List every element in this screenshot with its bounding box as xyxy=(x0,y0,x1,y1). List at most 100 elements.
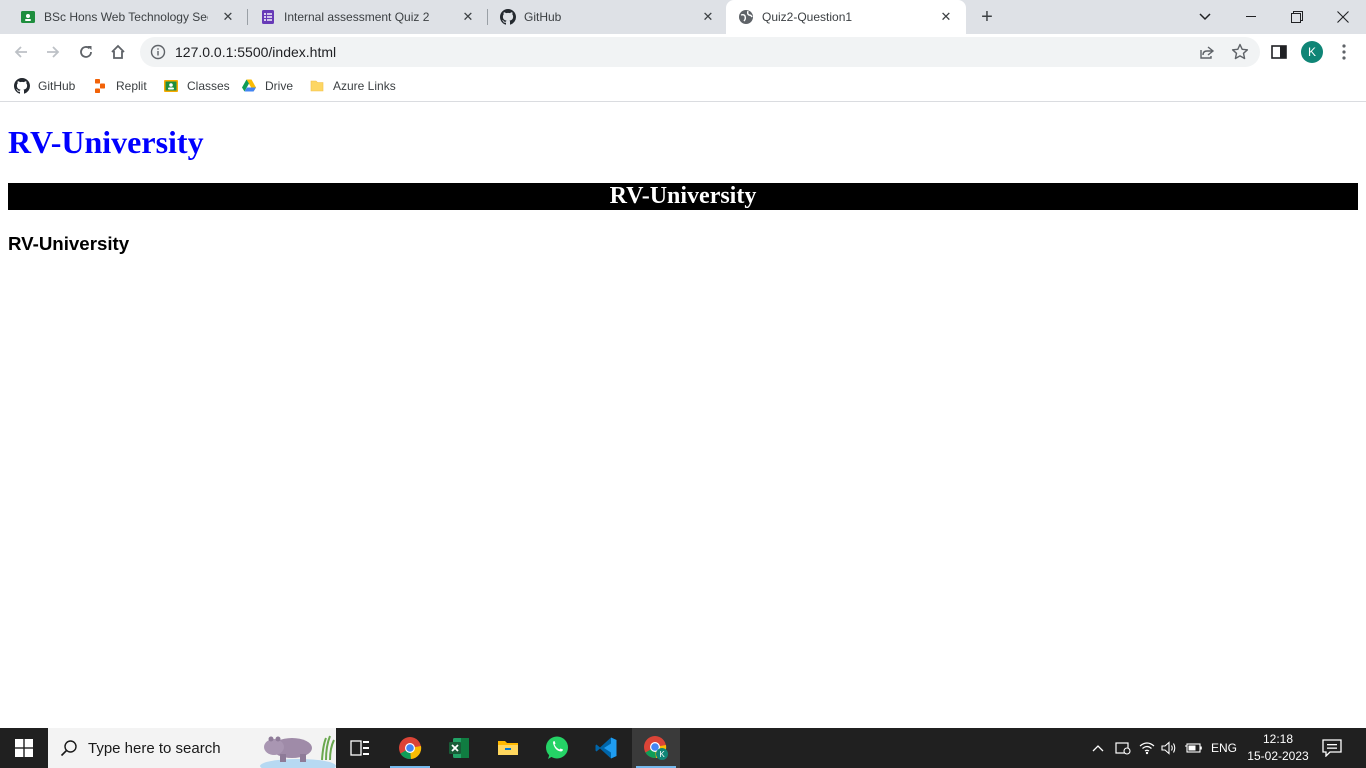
tab-title: BSc Hons Web Technology Sectio xyxy=(44,10,208,24)
bookmark-label: Classes xyxy=(187,79,230,93)
battery-charging-icon xyxy=(1185,743,1202,753)
tray-battery[interactable] xyxy=(1182,728,1206,768)
clock-time: 12:18 xyxy=(1262,732,1294,746)
address-bar[interactable]: 127.0.0.1:5500/index.html xyxy=(140,37,1260,67)
restore-icon xyxy=(1291,11,1303,23)
taskbar-excel[interactable] xyxy=(435,728,483,768)
whatsapp-icon xyxy=(546,736,568,759)
chrome-profile-icon: K xyxy=(644,736,668,760)
forward-button[interactable] xyxy=(41,40,65,64)
page-banner: RV-University xyxy=(8,183,1358,210)
profile-avatar[interactable]: K xyxy=(1301,41,1323,63)
file-explorer-icon xyxy=(498,741,518,755)
chrome-profile-badge: K xyxy=(659,750,665,759)
tab-github[interactable]: GitHub ✕ xyxy=(488,0,728,34)
taskbar-vscode[interactable] xyxy=(582,728,630,768)
bookmark-label: Drive xyxy=(265,79,294,93)
tray-device[interactable] xyxy=(1112,728,1134,768)
bookmark-azure-links[interactable]: Azure Links xyxy=(309,76,396,96)
tray-volume[interactable] xyxy=(1158,728,1180,768)
bookmark-star-icon[interactable] xyxy=(1231,43,1249,61)
search-highlight-illustration xyxy=(260,735,336,768)
task-view-icon xyxy=(350,740,369,756)
start-button[interactable] xyxy=(0,728,48,768)
tray-wifi[interactable] xyxy=(1136,728,1158,768)
chevron-down-icon xyxy=(1199,13,1211,21)
bookmark-label: Replit xyxy=(116,79,147,93)
google-classroom-icon xyxy=(20,9,36,25)
tab-title: Quiz2-Question1 xyxy=(762,10,853,24)
notification-center-icon[interactable] xyxy=(1322,739,1342,757)
page-viewport: RV-University RV-University RV-Universit… xyxy=(0,103,1366,728)
bookmarks-bar: GitHub Replit Classes Drive Azure Links xyxy=(0,70,1366,102)
windows-logo-icon xyxy=(15,739,33,757)
info-icon[interactable] xyxy=(150,44,166,60)
tab-classroom[interactable]: BSc Hons Web Technology Sectio ✕ xyxy=(8,0,248,34)
page-heading-1: RV-University xyxy=(8,124,204,160)
excel-icon xyxy=(449,738,469,758)
search-icon xyxy=(60,740,77,757)
clock-date: 15-02-2023 xyxy=(1247,749,1309,763)
task-view-button[interactable] xyxy=(336,728,384,768)
vscode-icon xyxy=(595,737,617,759)
tab-quiz-form[interactable]: Internal assessment Quiz 2 ✕ xyxy=(248,0,488,34)
close-tab-icon[interactable]: ✕ xyxy=(460,9,476,25)
show-hidden-icons-button[interactable] xyxy=(1088,728,1108,768)
tab-search-button[interactable] xyxy=(1182,0,1228,34)
back-button[interactable] xyxy=(9,40,33,64)
share-icon[interactable] xyxy=(1199,44,1215,60)
tab-quiz2-question1[interactable]: Quiz2-Question1 ✕ xyxy=(726,0,966,34)
search-placeholder: Type here to search xyxy=(88,740,221,757)
bookmark-classes[interactable]: Classes xyxy=(163,76,230,96)
folder-icon xyxy=(309,78,325,94)
side-panel-icon[interactable] xyxy=(1271,44,1287,60)
arrow-right-icon xyxy=(47,46,60,58)
home-button[interactable] xyxy=(106,40,130,64)
close-tab-icon[interactable]: ✕ xyxy=(938,9,954,25)
tab-title: GitHub xyxy=(524,10,562,24)
home-icon xyxy=(111,44,125,59)
taskbar-chrome-profile[interactable]: K xyxy=(632,728,680,768)
chrome-icon xyxy=(399,737,422,760)
new-tab-button[interactable]: + xyxy=(976,6,998,28)
device-sync-icon xyxy=(1115,742,1131,755)
bookmark-github[interactable]: GitHub xyxy=(14,76,75,96)
more-menu-icon[interactable] xyxy=(1336,43,1352,61)
bookmark-label: GitHub xyxy=(38,79,76,93)
minimize-icon xyxy=(1246,16,1256,17)
google-classroom-icon xyxy=(163,78,179,94)
url-text[interactable]: 127.0.0.1:5500/index.html xyxy=(175,44,336,60)
chevron-up-icon xyxy=(1092,745,1104,752)
tray-language[interactable]: ENG xyxy=(1208,728,1240,768)
close-window-button[interactable] xyxy=(1320,0,1366,34)
volume-icon xyxy=(1161,741,1176,755)
replit-icon xyxy=(92,78,108,94)
tab-strip: BSc Hons Web Technology Sectio ✕ Interna… xyxy=(0,0,1366,34)
page-heading-3: RV-University xyxy=(8,233,130,254)
bookmark-replit[interactable]: Replit xyxy=(92,76,147,96)
restore-button[interactable] xyxy=(1274,0,1320,34)
close-tab-icon[interactable]: ✕ xyxy=(700,9,716,25)
close-tab-icon[interactable]: ✕ xyxy=(220,9,236,25)
windows-taskbar: Type here to search K ENG 12:18 15-02-20… xyxy=(0,728,1366,768)
github-icon xyxy=(14,78,30,94)
google-forms-icon xyxy=(260,9,276,25)
bookmark-label: Azure Links xyxy=(333,79,396,93)
globe-icon xyxy=(738,9,754,25)
reload-icon xyxy=(80,46,92,58)
reload-button[interactable] xyxy=(74,40,98,64)
taskbar-file-explorer[interactable] xyxy=(484,728,532,768)
wifi-icon xyxy=(1139,742,1155,755)
google-drive-icon xyxy=(241,78,257,94)
taskbar-chrome[interactable] xyxy=(386,728,434,768)
taskbar-search-box[interactable]: Type here to search xyxy=(48,728,336,768)
browser-toolbar: 127.0.0.1:5500/index.html K xyxy=(0,34,1366,70)
tab-title: Internal assessment Quiz 2 xyxy=(284,10,430,24)
close-icon xyxy=(1337,11,1349,23)
taskbar-clock[interactable]: 12:18 15-02-2023 xyxy=(1240,731,1316,765)
bookmark-drive[interactable]: Drive xyxy=(241,76,293,96)
minimize-button[interactable] xyxy=(1228,0,1274,34)
github-icon xyxy=(500,9,516,25)
taskbar-whatsapp[interactable] xyxy=(533,728,581,768)
arrow-left-icon xyxy=(14,46,27,58)
